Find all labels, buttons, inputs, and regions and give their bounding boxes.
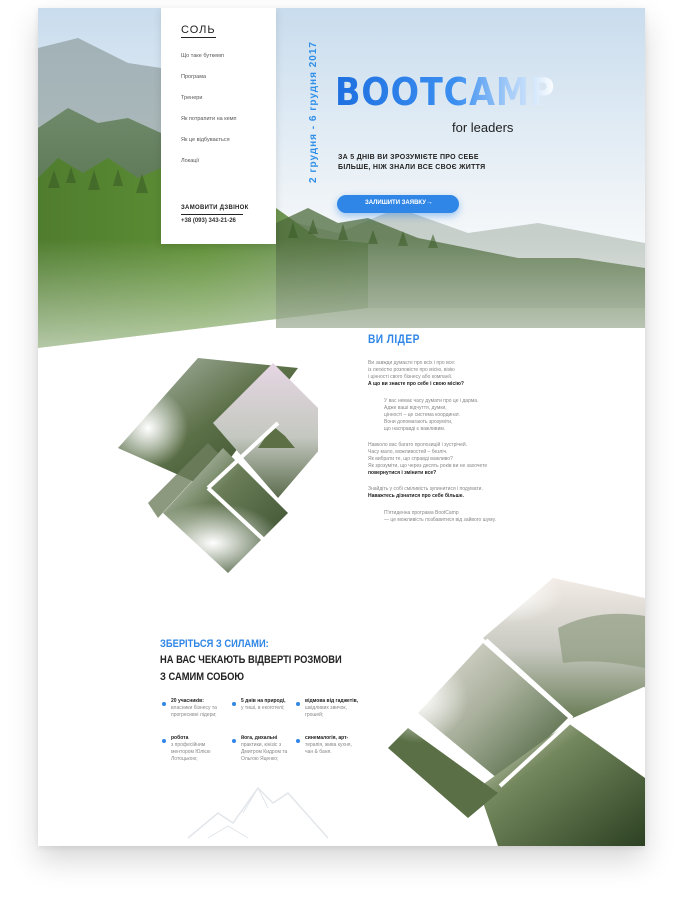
menu-item-how-to-join[interactable]: Як потрапити на кемп [181, 116, 237, 122]
feature-mentor: робота з професійним ментором Юлією Лото… [171, 735, 211, 763]
bullet-icon [296, 739, 300, 743]
text-line: що насправді є важливим. [384, 426, 446, 432]
text-line: П'ятиденна програма BootCamp [384, 510, 459, 516]
text-line: — це можливість позбавитися від зайвого … [384, 517, 497, 523]
feature-yoga: йога, дихальні практики, кінізіс з Дмитр… [241, 735, 287, 763]
event-date: 2 грудня - 6 грудня 2017 [308, 41, 319, 183]
gather-title-line-2: НА ВАС ЧЕКАЮТЬ ВІДВЕРТІ РОЗМОВИ [160, 654, 342, 666]
leader-paragraph-1: Ви завжди думаєте про всіх і про все: із… [368, 360, 464, 388]
text-line: практики, кінізіс з [241, 742, 282, 748]
feature-bold: синемалогія, арт- [305, 735, 349, 741]
landing-page: СОЛЬ Що таке буткемп Програма Тренери Як… [38, 8, 645, 846]
submit-application-button[interactable]: ЗАЛИШИТИ ЗАЯВКУ → [337, 195, 459, 213]
text-line-bold: А що ви знаєте про себе і свою місію? [368, 381, 464, 387]
mountain-outline-illustration [188, 786, 328, 839]
text-line: у тиші, в екоготелі; [241, 705, 285, 711]
arrow-right-icon: → [426, 199, 433, 206]
feature-nature-days: 5 днів на природі, у тиші, в екоготелі; [241, 698, 286, 712]
leader-paragraph-5: П'ятиденна програма BootCamp — це можлив… [384, 510, 496, 524]
leader-paragraph-4: Знайдіть у собі сміливість зупинитися і … [368, 486, 483, 500]
feature-bold: відмова від гаджетів, [305, 698, 359, 704]
text-line: ментором Юлією [171, 749, 211, 755]
text-line: із легкістю розповісте про місію, візію [368, 367, 455, 373]
menu-item-what-is-bootcamp[interactable]: Що таке буткемп [181, 53, 224, 59]
text-line: Часу мало, можливостей – безліч. [368, 449, 448, 455]
text-line: терапія, жива кухня, [305, 742, 352, 748]
cta-label: ЗАЛИШИТИ ЗАЯВКУ [365, 200, 426, 206]
hero-lead-line-2: БІЛЬШЕ, НІЖ ЗНАЛИ ВСЕ СВОЄ ЖИТТЯ [338, 164, 486, 171]
bullet-icon [296, 702, 300, 706]
leader-paragraph-2: У вас немає часу думати про це і дарма. … [384, 398, 478, 433]
forest-mountain-collage [368, 568, 645, 846]
leader-paragraph-3: Навколо вас багато пропозицій і зустріче… [368, 442, 487, 477]
feature-bold: 20 учасників: [171, 698, 204, 704]
text-line: грошей; [305, 712, 324, 718]
text-line: і цінності свого бізнесу або компанії. [368, 374, 453, 380]
text-line: власники бізнесу та [171, 705, 217, 711]
logo[interactable]: СОЛЬ [181, 24, 216, 38]
feature-bold: йога, дихальні [241, 735, 278, 741]
bullet-icon [232, 702, 236, 706]
text-line: чан & баня. [305, 749, 332, 755]
text-line: Як зрозуміти, що через десять років ви н… [368, 463, 488, 469]
menu-item-how-it-works[interactable]: Як це відбувається [181, 137, 230, 143]
text-line: Як вибрати те, що справді важливо? [368, 456, 453, 462]
text-line: У вас немає часу думати про це і дарма. [384, 398, 479, 404]
text-line: Адже ваші відчуття, думки, [384, 405, 447, 411]
hero-lead-line-1: ЗА 5 ДНІВ ВИ ЗРОЗУМІЄТЕ ПРО СЕБЕ [338, 154, 479, 161]
text-line: Ви завжди думаєте про всіх і про все: [368, 360, 456, 366]
text-line: прогресивні лідери; [171, 712, 217, 718]
bullet-icon [162, 702, 166, 706]
text-line-bold: Наважтесь дізнатися про себе більше. [368, 493, 464, 499]
text-line: з професійним [171, 742, 206, 748]
order-call-link[interactable]: ЗАМОВИТИ ДЗВІНОК [181, 205, 249, 211]
menu-item-trainers[interactable]: Тренери [181, 95, 202, 101]
text-line: Ольгою Яценко; [241, 756, 279, 762]
menu-item-program[interactable]: Програма [181, 74, 206, 80]
bullet-icon [162, 739, 166, 743]
hero-title: BOOTCAMP [335, 70, 556, 114]
text-line: Вони допомагають зрозуміти, [384, 419, 453, 425]
text-line: Лотоцькою; [171, 756, 198, 762]
text-line: Дмитром Кидром та [241, 749, 288, 755]
text-line-bold: повернутися і змінити все? [368, 470, 437, 476]
menu-item-locations[interactable]: Локації [181, 158, 199, 164]
navigation-menu: СОЛЬ Що таке буткемп Програма Тренери Як… [161, 8, 276, 244]
leader-section-title: ВИ ЛІДЕР [368, 332, 420, 346]
text-line: цінності – це система координат. [384, 412, 460, 418]
gather-title-line-3: З САМИМ СОБОЮ [160, 671, 245, 683]
hero-subtitle: for leaders [452, 120, 514, 135]
feature-cinema-therapy: синемалогія, арт- терапія, жива кухня, ч… [305, 735, 352, 756]
bullet-icon [232, 739, 236, 743]
feature-no-gadgets: відмова від гаджетів, шкідливих звичок, … [305, 698, 358, 719]
text-line: Навколо вас багато пропозицій і зустріче… [368, 442, 468, 448]
feature-participants: 20 учасників: власники бізнесу та прогре… [171, 698, 217, 719]
text-line: Знайдіть у собі сміливість зупинитися і … [368, 486, 483, 492]
order-call-underline [181, 214, 243, 215]
phone-number[interactable]: +38 (093) 343-21-26 [181, 218, 236, 224]
feature-bold: 5 днів на природі, [241, 698, 286, 704]
forest-diamond-collage [108, 358, 318, 583]
text-line: шкідливих звичок, [305, 705, 347, 711]
gather-title-accent: ЗБЕРІТЬСЯ З СИЛАМИ: [160, 638, 269, 650]
feature-bold: робота [171, 735, 189, 741]
